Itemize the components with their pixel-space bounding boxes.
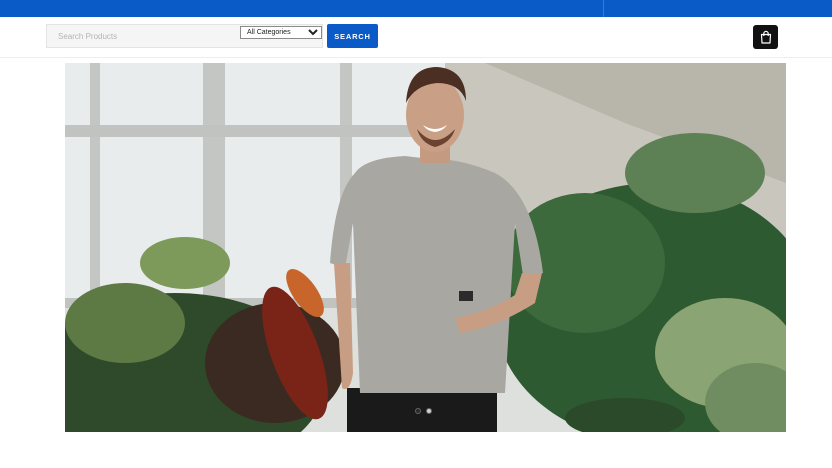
top-bar-divider: [603, 0, 604, 17]
hero-banner: [65, 63, 786, 432]
slider-dots: [415, 408, 435, 416]
search-button[interactable]: SEARCH: [327, 24, 378, 48]
category-select[interactable]: All Categories: [240, 26, 322, 39]
hero-image: [65, 63, 786, 432]
slide-dot-1[interactable]: [415, 408, 421, 414]
cart-button[interactable]: [753, 25, 778, 49]
site-header: All Categories SEARCH: [0, 17, 832, 58]
top-announcement-bar: [0, 0, 832, 17]
slide-dot-2[interactable]: [426, 408, 432, 414]
search-input[interactable]: [47, 25, 237, 47]
shopping-bag-icon: [760, 30, 771, 44]
